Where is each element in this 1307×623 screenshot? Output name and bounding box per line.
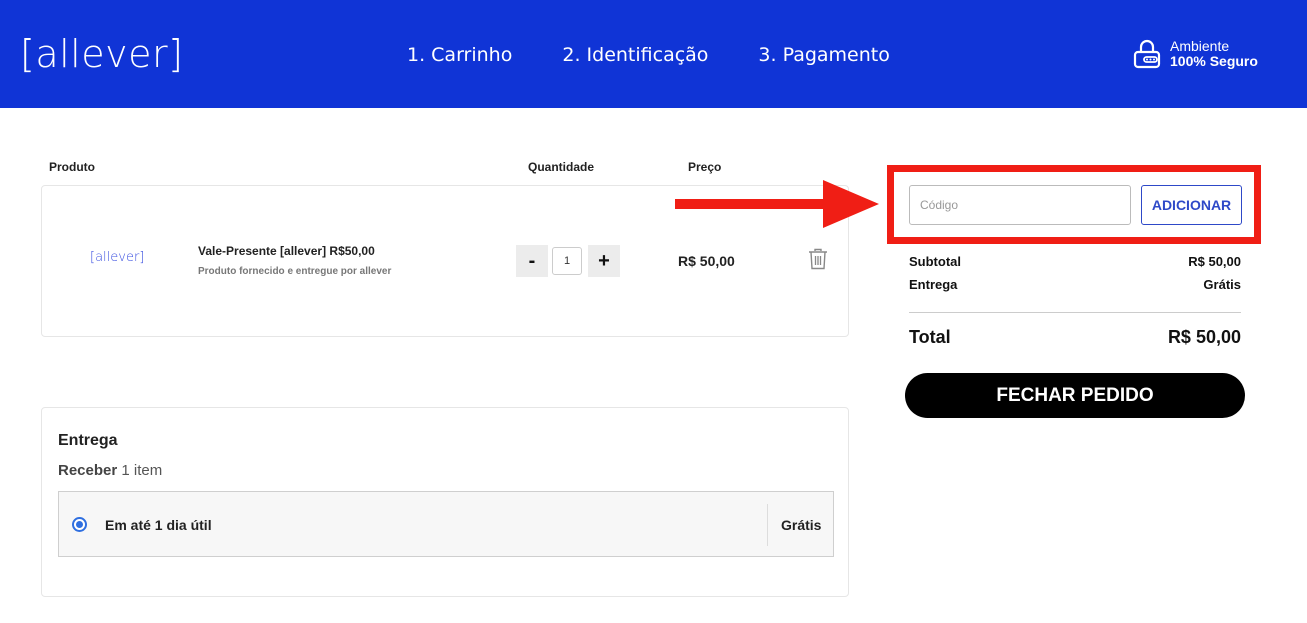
- top-header: [allever] 1. Carrinho 2. Identificação 3…: [0, 0, 1307, 108]
- shipping-label: Entrega: [909, 277, 958, 292]
- delivery-receive: Receber 1 item: [58, 462, 162, 479]
- step-payment[interactable]: 3. Pagamento: [758, 42, 889, 68]
- quantity-input[interactable]: [552, 247, 582, 275]
- lock-icon: [1133, 39, 1161, 69]
- delivery-option[interactable]: Em até 1 dia útil Grátis: [58, 491, 834, 557]
- total-row: Total R$ 50,00: [909, 327, 1241, 348]
- site-logo[interactable]: [allever]: [20, 30, 183, 78]
- subtotal-row: Subtotal R$ 50,00: [909, 254, 1241, 269]
- subtotal-value: R$ 50,00: [1188, 254, 1241, 269]
- secure-line-1: Ambiente: [1170, 38, 1230, 54]
- checkout-steps: 1. Carrinho 2. Identificação 3. Pagament…: [407, 42, 890, 68]
- arrow-annotation-icon: [675, 180, 879, 228]
- delivery-option-price: Grátis: [781, 517, 822, 533]
- checkout-button[interactable]: FECHAR PEDIDO: [905, 373, 1245, 418]
- column-price: Preço: [688, 160, 722, 174]
- shipping-value: Grátis: [1203, 277, 1241, 292]
- receive-count: 1 item: [121, 462, 163, 479]
- summary-divider: [909, 312, 1241, 313]
- delivery-card: Entrega Receber 1 item Em até 1 dia útil…: [41, 407, 849, 597]
- product-image[interactable]: [allever]: [90, 250, 144, 265]
- secure-badge: Ambiente 100% Seguro: [1133, 39, 1258, 69]
- coupon-code-input[interactable]: [909, 185, 1131, 225]
- delivery-option-label: Em até 1 dia útil: [105, 517, 212, 533]
- step-identification[interactable]: 2. Identificação: [562, 42, 708, 68]
- subtotal-label: Subtotal: [909, 254, 961, 269]
- shipping-row: Entrega Grátis: [909, 277, 1241, 292]
- receive-label: Receber: [58, 462, 118, 479]
- quantity-increase-button[interactable]: +: [588, 245, 620, 277]
- product-name[interactable]: Vale-Presente [allever] R$50,00: [198, 244, 375, 258]
- add-coupon-button[interactable]: ADICIONAR: [1141, 185, 1242, 225]
- total-label: Total: [909, 327, 951, 347]
- coupon-highlight: ADICIONAR: [887, 165, 1261, 244]
- total-value: R$ 50,00: [1167, 327, 1241, 347]
- delivery-option-radio[interactable]: [72, 517, 87, 532]
- delivery-option-divider: [767, 504, 768, 546]
- quantity-decrease-button[interactable]: -: [516, 245, 548, 277]
- secure-text: Ambiente 100% Seguro: [1170, 39, 1258, 69]
- delivery-title: Entrega: [58, 432, 118, 449]
- product-seller: Produto fornecido e entregue por allever: [198, 266, 392, 277]
- step-cart[interactable]: 1. Carrinho: [407, 42, 512, 68]
- column-product: Produto: [49, 160, 95, 174]
- column-quantity: Quantidade: [528, 160, 595, 174]
- secure-line-2: 100% Seguro: [1170, 53, 1258, 69]
- product-price: R$ 50,00: [678, 253, 735, 269]
- trash-icon[interactable]: [808, 248, 828, 270]
